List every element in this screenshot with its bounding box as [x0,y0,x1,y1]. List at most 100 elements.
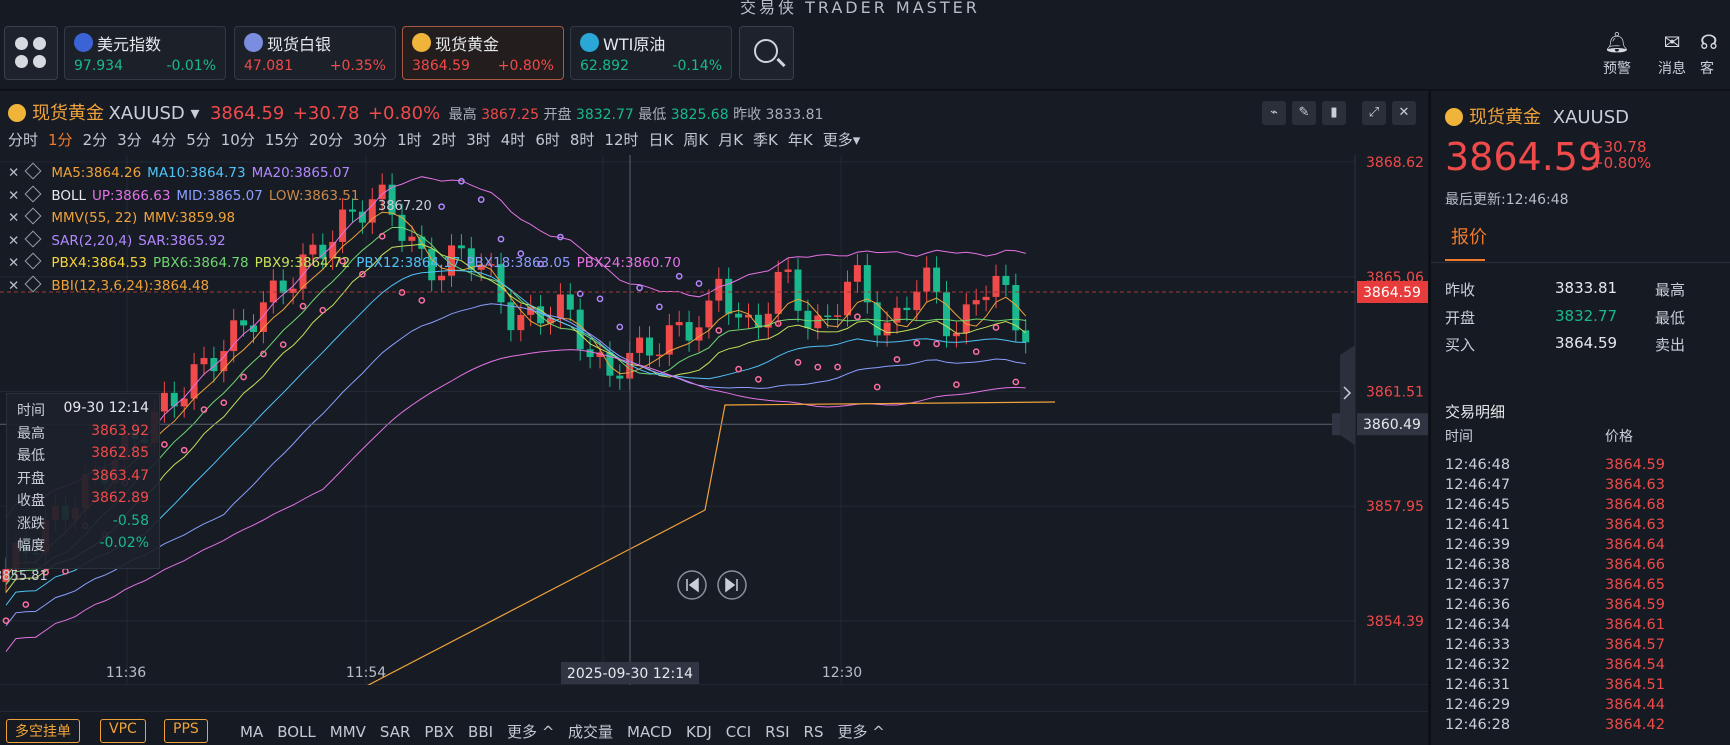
sar-dot [873,383,881,391]
period-tab[interactable]: 30分 [353,131,387,149]
candle-body [705,300,713,328]
ticker-card[interactable]: WTI原油 62.892 -0.14% [570,26,732,80]
sub-indicator-toggle[interactable]: MACD [627,723,672,741]
toggle-pill[interactable]: PPS [164,719,208,743]
close-chart-icon[interactable]: ✕ [1392,101,1416,125]
period-tab[interactable]: 2分 [83,131,108,149]
period-tab[interactable]: 季K [753,131,778,149]
main-indicator-toggle[interactable]: MA [240,723,263,741]
period-tab[interactable]: 分时 [8,131,38,149]
settings-icon[interactable] [24,252,42,270]
chart-panel[interactable]: 现货黄金 XAUUSD ▾ 3864.59 +30.78 +0.80% 最高 3… [0,91,1428,745]
tooltip-row: 涨跌 -0.58 [17,512,149,532]
sub-indicator-toggle[interactable]: 成交量 [568,723,613,741]
close-icon[interactable]: ✕ [8,165,19,181]
indicator-bar: 多空挂单 VPC PPS MA BOLL MMV SAR PBX BBI 更多 ^ 成交量 MAC… [0,711,1428,745]
indicator-value: PBX9:3864.72 [254,255,351,271]
fullscreen-icon[interactable]: ⤢ [1362,101,1386,125]
candle-style-icon[interactable]: ▮ [1322,101,1346,125]
ticker-card[interactable]: 现货白银 47.081 +0.35% [234,26,396,80]
candle-body [804,310,812,329]
main-indicator-toggle[interactable]: BOLL [277,723,316,741]
close-icon[interactable]: ✕ [8,278,19,294]
main-indicator-toggle[interactable]: MMV [330,723,366,741]
period-tab[interactable]: 日K [649,131,674,149]
sub-indicator-toggle[interactable]: CCI [726,723,751,741]
indicator-row: ✕ BBI(12,3,6,24):3864.48 [8,275,687,301]
main-indicator-toggle[interactable]: PBX [424,723,454,741]
period-tab[interactable]: 4时 [501,131,526,149]
period-tab[interactable]: 10分 [221,131,255,149]
grid-dot-icon [15,55,28,68]
candle-body [933,267,941,293]
period-tab[interactable]: 3时 [466,131,491,149]
draw-pencil-icon[interactable]: ✎ [1292,101,1316,125]
apps-grid-button[interactable] [4,26,58,80]
period-tab[interactable]: 3分 [117,131,142,149]
candle-body [982,296,990,301]
close-icon[interactable]: ✕ [8,210,19,226]
settings-icon[interactable] [24,162,42,180]
alert-button[interactable]: 🔔︎ 预警 [1592,30,1642,78]
candle-body [675,322,683,326]
sub-indicator-toggle[interactable]: RS [804,723,824,741]
tooltip-row: 最低 3862.85 [17,445,149,464]
symbol-name[interactable]: 现货黄金 [32,103,104,124]
settings-icon[interactable] [24,207,42,225]
trade-row: 12:46:29 3864.44 [1445,697,1665,713]
tab-quote[interactable]: 报价 [1451,223,1487,249]
main-indicator-toggle[interactable]: 更多 ^ [507,723,554,741]
symbol-prev-close: 3833.81 [765,107,824,123]
candle-body [517,314,525,331]
period-tab[interactable]: 20分 [309,131,343,149]
period-tab[interactable]: 年K [788,131,813,149]
candle-body [863,265,871,303]
sub-indicator-toggle[interactable]: 更多 ^ [838,723,885,741]
trades-list: 12:46:48 3864.59 12:46:47 3864.63 12:46:45 38… [1445,457,1725,737]
period-tab[interactable]: 1分 [48,131,73,149]
period-tab[interactable]: 周K [683,131,708,149]
ticker-card[interactable]: 现货黄金 3864.59 +0.80% [402,26,564,80]
sar-dot [22,601,30,608]
candle-body [903,307,911,311]
indicator-legend: ✕ MA5:3864.26 MA10:3864.73 MA20:3865.07 ✕ BOL… [8,162,687,301]
close-icon[interactable]: ✕ [8,255,19,271]
period-tab[interactable]: 8时 [570,131,595,149]
period-tab[interactable]: 2时 [432,131,457,149]
close-icon[interactable]: ✕ [8,188,19,204]
period-tab[interactable]: 12时 [604,131,638,149]
toggle-pill[interactable]: 多空挂单 [6,719,80,743]
trade-row: 12:46:31 3864.51 [1445,677,1665,693]
sar-dot [62,567,69,575]
period-tab[interactable]: 更多▾ [823,131,861,149]
search-button[interactable] [739,26,794,80]
service-button[interactable]: ☊ 客 [1700,30,1730,78]
grid-dot-icon [33,55,46,68]
main-indicator-toggle[interactable]: SAR [380,723,410,741]
period-tab[interactable]: 15分 [265,131,299,149]
period-tab[interactable]: 4分 [152,131,177,149]
settings-icon[interactable] [24,185,42,202]
mail-icon: ✉ [1663,30,1681,54]
toggle-pill[interactable]: VPC [100,719,146,743]
low-marker: 3855.81 [0,569,48,584]
period-tab[interactable]: 1时 [397,131,422,149]
period-tab[interactable]: 6时 [535,131,560,149]
settings-icon[interactable] [24,275,42,292]
settings-icon[interactable] [24,230,42,247]
ticker-card[interactable]: 美元指数 97.934 -0.01% [64,26,226,80]
ohlc-tooltip: 时间 09-30 12:14 最高 3863.92 最低 3862.85 开盘 3863.47… [6,393,160,569]
sar-dot [953,381,960,388]
svg-text:3864.59: 3864.59 [1363,285,1421,301]
period-tab[interactable]: 5分 [186,131,211,149]
sar-dot [695,280,703,287]
main-indicator-toggle[interactable]: BBI [468,723,493,741]
indicator-tool-icon[interactable]: ⌁ [1262,101,1286,125]
symbol-code[interactable]: XAUUSD ▾ [108,103,199,124]
sub-indicator-toggle[interactable]: KDJ [686,723,712,741]
message-button[interactable]: ✉ 消息 [1647,30,1697,78]
sar-dot [656,303,663,311]
close-icon[interactable]: ✕ [8,233,19,249]
period-tab[interactable]: 月K [718,131,743,149]
sub-indicator-toggle[interactable]: RSI [765,723,789,741]
